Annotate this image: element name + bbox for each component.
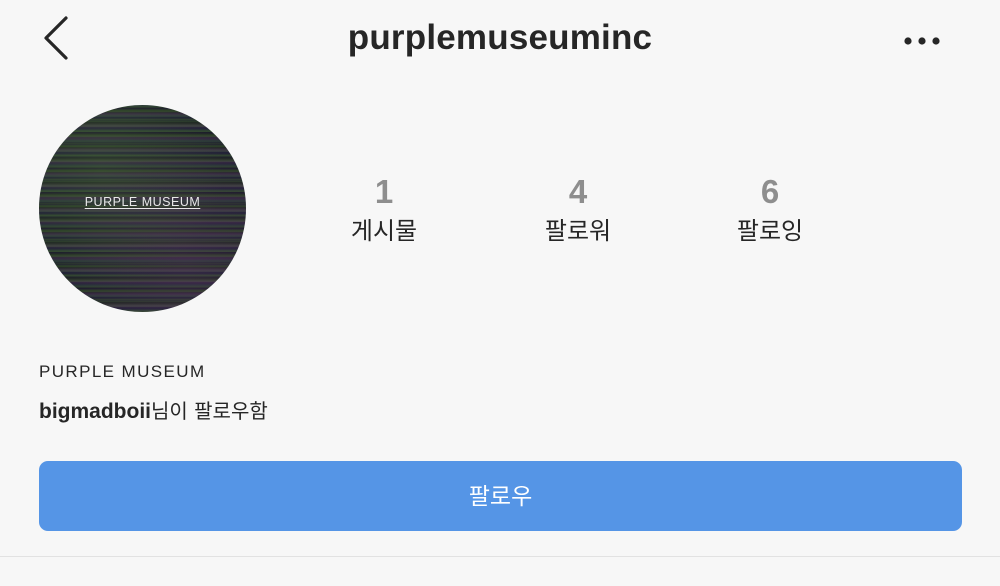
- following-count: 6: [760, 173, 780, 210]
- profile-username: purplemuseuminc: [347, 18, 653, 57]
- avatar[interactable]: PURPLE MUSEUM: [39, 105, 246, 312]
- ellipsis-horizontal-icon[interactable]: [900, 30, 946, 52]
- followed-by-username[interactable]: bigmadboii: [39, 400, 151, 423]
- followed-by-suffix: 님이 팔로우함: [151, 399, 268, 423]
- posts-count: 1: [374, 173, 394, 210]
- followers-count: 4: [568, 173, 588, 210]
- profile-display-name: PURPLE MUSEUM: [39, 362, 206, 381]
- stat-posts[interactable]: 1 게시물: [314, 172, 454, 250]
- stat-followers[interactable]: 4 팔로워: [508, 172, 648, 250]
- profile-header: purplemuseuminc: [0, 0, 1000, 86]
- follow-button[interactable]: 팔로우: [39, 461, 962, 531]
- following-label: 팔로잉: [736, 217, 804, 245]
- followers-label: 팔로워: [544, 217, 612, 245]
- followed-by-text[interactable]: bigmadboii님이 팔로우함: [39, 395, 268, 424]
- profile-page: purplemuseuminc PURPLE MUSEUM 1 게시물 4 팔로…: [0, 0, 1000, 586]
- posts-label: 게시물: [350, 217, 418, 245]
- stat-following[interactable]: 6 팔로잉: [700, 172, 840, 250]
- avatar-logo-text: PURPLE MUSEUM: [84, 195, 201, 209]
- divider: [0, 556, 1000, 557]
